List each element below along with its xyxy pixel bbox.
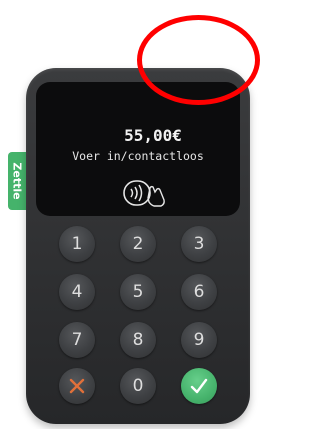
key-6[interactable]: 6	[181, 274, 217, 310]
checkmark-icon	[190, 378, 208, 394]
key-1[interactable]: 1	[59, 226, 95, 262]
key-5[interactable]: 5	[120, 274, 156, 310]
key-8[interactable]: 8	[120, 322, 156, 358]
key-0[interactable]: 0	[120, 368, 156, 404]
key-7[interactable]: 7	[59, 322, 95, 358]
confirm-button[interactable]	[181, 368, 217, 404]
zettle-brand-label: Zettle	[10, 162, 24, 200]
payment-amount: 55,00€	[124, 126, 182, 145]
zettle-brand-tab: Zettle	[8, 152, 26, 210]
cross-icon	[69, 378, 85, 394]
card-terminal: 55,00€ Voer in/contactloos 1 2 3 4 5 6 7…	[26, 68, 250, 424]
key-4[interactable]: 4	[59, 274, 95, 310]
payment-prompt: Voer in/contactloos	[72, 149, 204, 163]
contactless-icon	[123, 180, 165, 207]
key-2[interactable]: 2	[120, 226, 156, 262]
key-9[interactable]: 9	[181, 322, 217, 358]
key-3[interactable]: 3	[181, 226, 217, 262]
cancel-button[interactable]	[59, 368, 95, 404]
highlight-circle-annotation	[137, 15, 260, 105]
